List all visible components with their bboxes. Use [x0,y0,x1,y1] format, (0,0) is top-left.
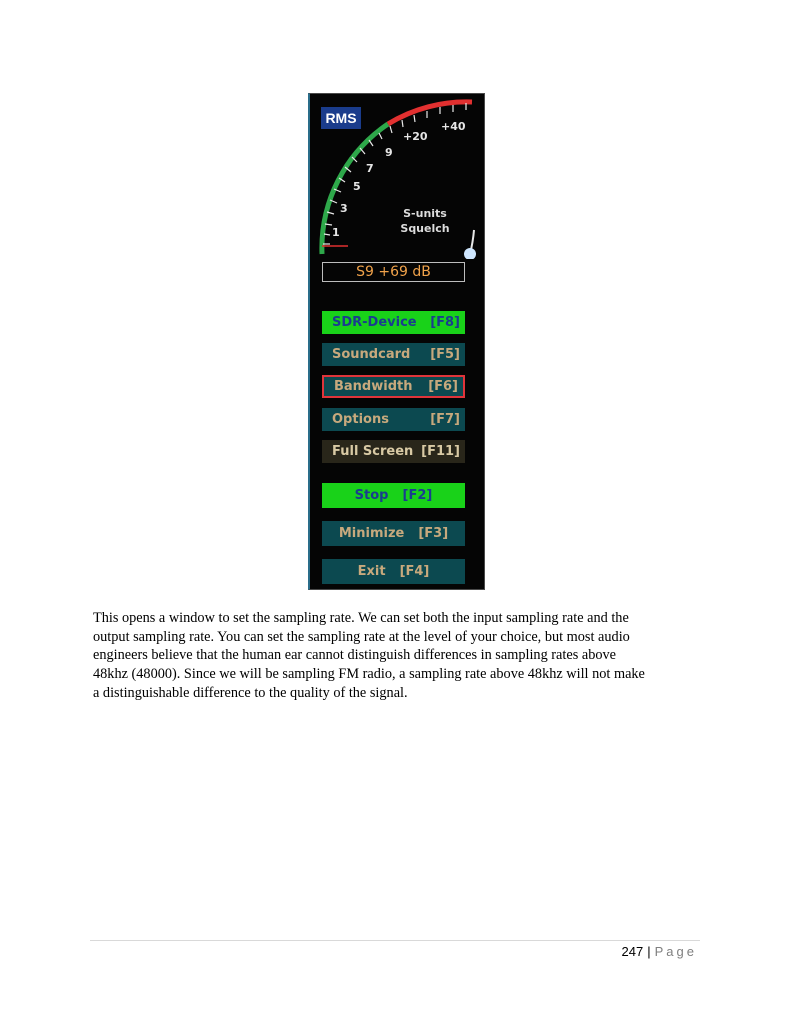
button-shortcut: [F2] [402,488,433,503]
scale-label-plus20: +20 [403,130,428,143]
meter-caption-units: S-units [403,207,447,220]
paragraph-line: output sampling rate. You can set the sa… [93,628,630,645]
paragraph-line: 48khz (48000). Since we will be sampling… [93,666,645,683]
minimize-button[interactable]: Minimize [F3] [322,521,465,546]
button-shortcut: [F5] [430,347,460,362]
signal-readout: S9 +69 dB [322,262,465,282]
button-label: Minimize [338,526,405,541]
page-footer: 247 | Page [622,944,697,959]
exit-button[interactable]: Exit [F4] [322,559,465,584]
footer-separator: | [647,944,651,959]
page-number: 247 [621,944,644,959]
body-paragraph: This opens a window to set the sampling … [93,609,703,703]
scale-label-7: 7 [366,162,374,175]
scale-label-plus40: +40 [441,120,466,133]
footer-divider [90,940,700,941]
button-shortcut: [F11] [421,444,460,459]
stop-button[interactable]: Stop [F2] [322,483,465,508]
sdr-device-button[interactable]: SDR-Device [F8] [322,311,465,334]
options-button[interactable]: Options [F7] [322,408,465,431]
soundcard-button[interactable]: Soundcard [F5] [322,343,465,366]
button-label: Soundcard [332,347,411,362]
page-word: Page [654,944,697,959]
meter-caption-squelch: Squelch [400,222,450,235]
paragraph-line: a distinguishable difference to the qual… [93,684,408,701]
button-shortcut: [F8] [430,315,460,330]
button-label: Bandwidth [334,379,413,394]
button-shortcut: [F3] [418,526,449,541]
paragraph-line: This opens a window to set the sampling … [93,610,629,626]
scale-label-9: 9 [385,146,393,159]
button-label: Full Screen [332,444,414,459]
button-shortcut: [F7] [430,412,460,427]
sdr-control-panel: RMS 1 3 5 7 9 +20 +40 S-units Squelch S9… [308,93,485,590]
button-label: SDR-Device [332,315,417,330]
bandwidth-button[interactable]: Bandwidth [F6] [322,375,465,398]
button-shortcut: [F4] [399,564,430,579]
button-shortcut: [F6] [428,379,458,394]
button-label: Options [332,412,389,427]
scale-label-3: 3 [340,202,348,215]
full-screen-button[interactable]: Full Screen [F11] [322,440,465,463]
button-label: Stop [354,488,389,503]
scale-label-5: 5 [353,180,361,193]
paragraph-line: engineers believe that the human ear can… [93,647,616,664]
scale-label-1: 1 [332,226,340,239]
button-label: Exit [357,564,386,579]
meter-caption: S-units Squelch [390,206,460,236]
